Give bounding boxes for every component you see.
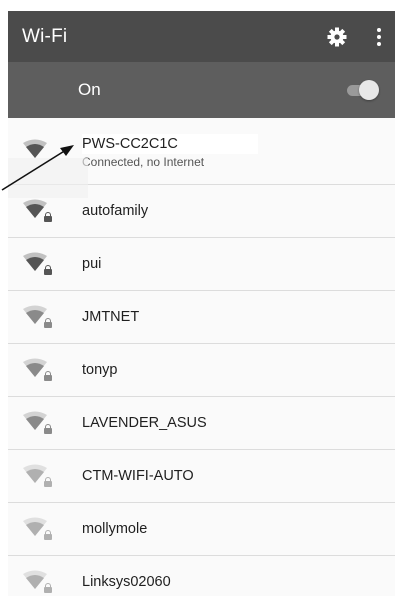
lock-icon	[44, 265, 52, 275]
more-dot	[377, 27, 381, 32]
lock-icon	[44, 477, 52, 487]
network-name: Linksys02060	[82, 574, 171, 590]
wifi-lock-icon	[22, 199, 52, 223]
network-row[interactable]: tonyp	[8, 344, 395, 397]
gear-icon[interactable]	[325, 25, 349, 49]
network-name: autofamily	[82, 203, 149, 219]
network-row[interactable]: mollymole	[8, 503, 395, 556]
wifi-lock-icon	[22, 305, 52, 329]
lock-icon	[44, 424, 52, 434]
network-name: LAVENDER_ASUS	[82, 415, 207, 431]
network-row[interactable]: CTM-WIFI-AUTO	[8, 450, 395, 503]
lock-icon	[44, 583, 52, 593]
wifi-lock-icon	[22, 464, 52, 488]
wifi-toggle-bar[interactable]: On	[8, 62, 395, 118]
wifi-lock-icon	[22, 411, 52, 435]
network-name: PWS-CC2C1C	[82, 133, 258, 154]
network-row[interactable]: autofamily	[8, 185, 395, 238]
switch-thumb	[359, 80, 379, 100]
network-name: pui	[82, 256, 102, 272]
app-bar: Wi-Fi	[8, 11, 395, 62]
lock-icon	[44, 530, 52, 540]
page-title: Wi-Fi	[22, 25, 68, 47]
more-dot	[377, 34, 381, 39]
network-row[interactable]: Linksys02060	[8, 556, 395, 596]
wifi-settings-screen: Wi-Fi On PWS-CC2C1C Connected, no Intern…	[8, 11, 395, 596]
network-row[interactable]: JMTNET	[8, 291, 395, 344]
network-row[interactable]: LAVENDER_ASUS	[8, 397, 395, 450]
network-name: mollymole	[82, 521, 148, 537]
wifi-lock-icon	[22, 570, 52, 594]
lock-icon	[44, 318, 52, 328]
wifi-switch[interactable]	[345, 79, 381, 101]
network-status: Connected, no Internet	[82, 154, 205, 169]
more-vert-icon[interactable]	[371, 25, 387, 49]
network-name: CTM-WIFI-AUTO	[82, 468, 194, 484]
lock-icon	[44, 371, 52, 381]
network-name: JMTNET	[82, 309, 140, 325]
toggle-label: On	[78, 80, 101, 99]
annotation-arrow	[1, 145, 74, 191]
wifi-lock-icon	[22, 358, 52, 382]
network-row[interactable]: pui	[8, 238, 395, 291]
lock-icon	[44, 212, 52, 222]
wifi-lock-icon	[22, 252, 52, 276]
wifi-lock-icon	[22, 517, 52, 541]
network-name: tonyp	[82, 362, 118, 378]
more-dot	[377, 41, 381, 46]
